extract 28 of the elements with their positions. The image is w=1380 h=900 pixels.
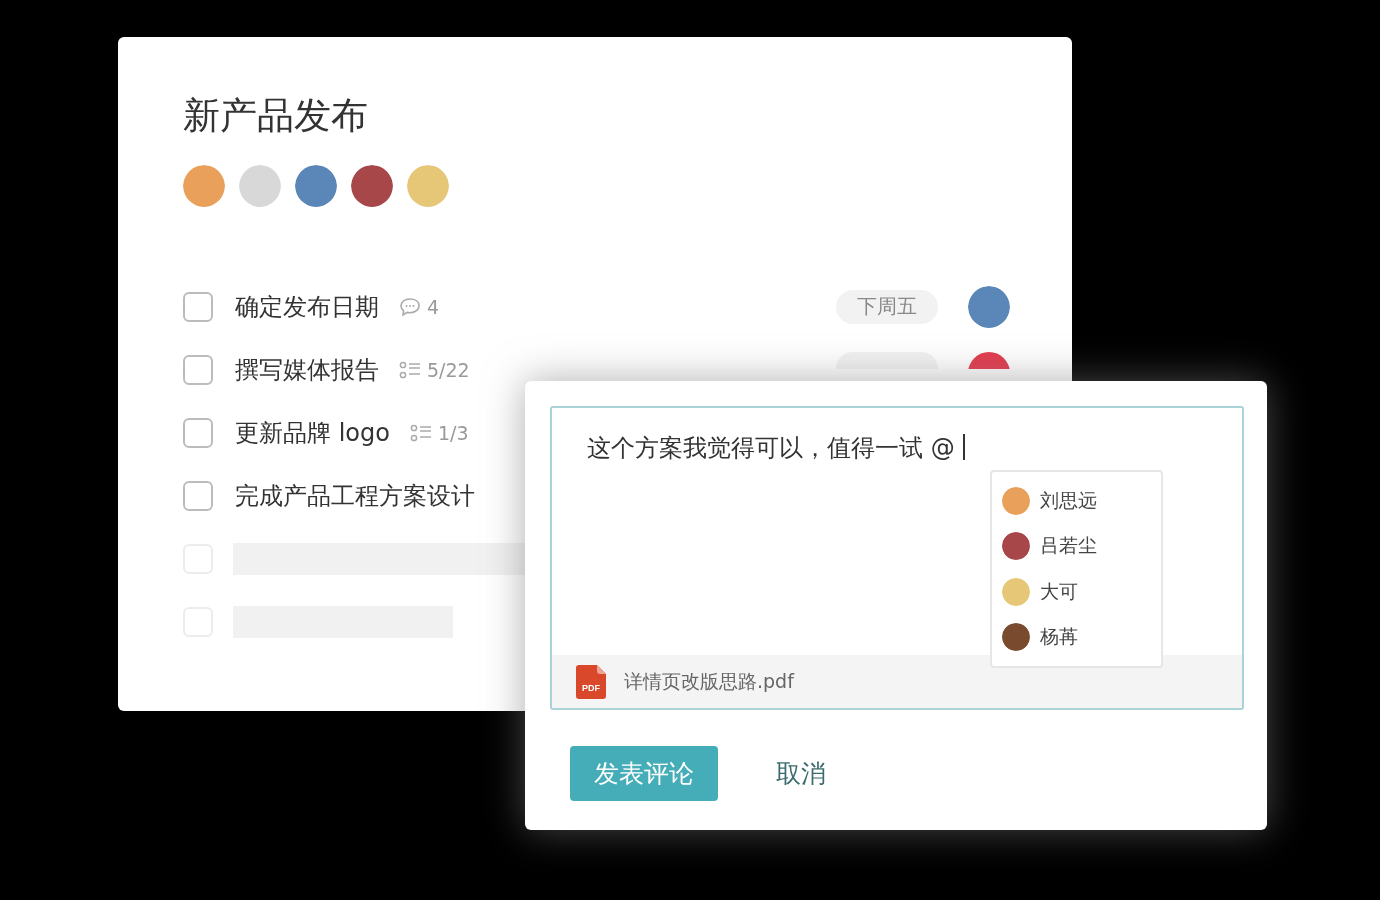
mention-option[interactable]: 大可 — [1002, 569, 1151, 615]
comment-text: 这个方案我觉得可以，值得一试 @ — [587, 433, 955, 464]
mention-option[interactable]: 杨苒 — [1002, 614, 1151, 660]
comment-icon — [399, 296, 421, 317]
task-title: 完成产品工程方案设计 — [235, 480, 475, 512]
task-title: 撰写媒体报告 — [235, 354, 379, 386]
text-cursor — [962, 434, 965, 460]
avatar[interactable] — [968, 285, 1010, 328]
avatar[interactable] — [968, 352, 1010, 369]
checkbox[interactable] — [183, 291, 213, 322]
pdf-file-icon: PDF — [576, 664, 606, 699]
checklist-icon — [399, 359, 421, 380]
task-count: 4 — [427, 295, 440, 318]
checklist-icon — [409, 422, 432, 443]
cancel-button[interactable]: 取消 — [776, 757, 826, 790]
checkbox[interactable] — [183, 480, 213, 511]
checkbox[interactable] — [183, 354, 213, 385]
mention-option[interactable]: 吕若尘 — [1002, 523, 1151, 569]
task-title: 确定发布日期 — [235, 291, 379, 323]
comment-field[interactable]: 这个方案我觉得可以，值得一试 @ PDF 详情页改版思路.pdf 刘思远 吕若尘 大可 杨苒 — [550, 406, 1244, 710]
due-date-tag[interactable] — [836, 352, 938, 369]
task-count: 1/3 — [437, 421, 469, 444]
task-count: 5/22 — [427, 358, 470, 381]
mention-option[interactable]: 刘思远 — [1002, 478, 1151, 524]
task-title: 更新品牌 logo — [235, 417, 390, 449]
project-title: 新产品发布 — [183, 93, 369, 139]
attachment-name[interactable]: 详情页改版思路.pdf — [624, 668, 794, 695]
checkbox[interactable] — [183, 417, 213, 448]
